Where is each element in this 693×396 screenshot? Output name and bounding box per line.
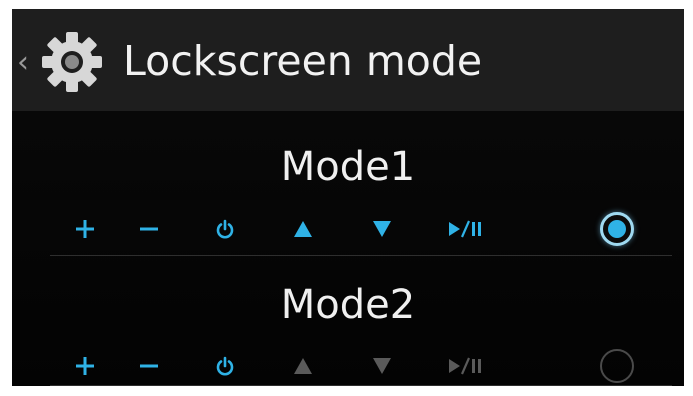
power-icon [205,346,245,386]
divider [50,255,672,256]
power-icon [205,209,245,249]
chevron-left-icon[interactable]: ‹ [17,43,33,83]
app-bar: ‹ Lockscreen mode [12,9,684,111]
mode1-radio[interactable] [600,212,634,246]
play-pause-icon [445,346,485,386]
lockscreen-mode-screen: ‹ Lockscreen mode Mode1 Mode2 [12,9,684,386]
arrow-up-icon [283,346,323,386]
modes-list: Mode1 Mode2 [12,111,684,386]
arrow-up-icon [283,209,323,249]
arrow-down-icon [362,209,402,249]
page-title: Lockscreen mode [123,37,483,85]
play-pause-icon [445,209,485,249]
plus-icon [65,209,105,249]
mode1-title: Mode1 [280,144,416,190]
plus-icon [65,346,105,386]
mode2-radio[interactable] [600,349,634,383]
gear-icon[interactable] [40,30,104,94]
minus-icon [129,209,169,249]
minus-icon [129,346,169,386]
mode2-title: Mode2 [280,282,416,328]
divider [50,385,672,386]
arrow-down-icon [362,346,402,386]
